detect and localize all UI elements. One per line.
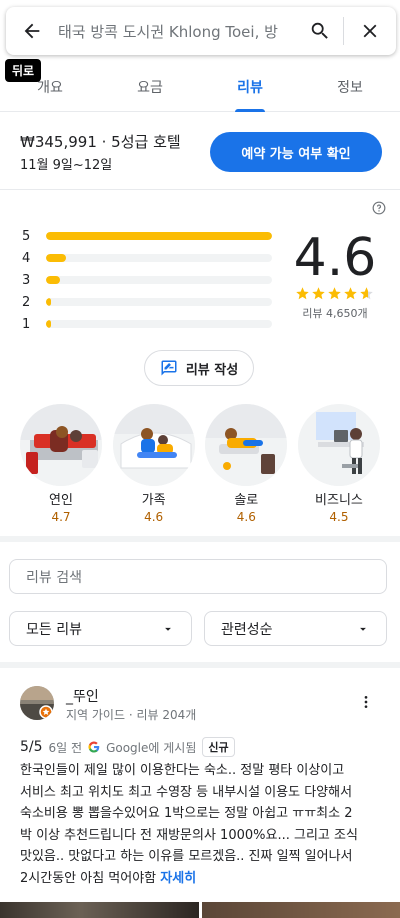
review-photo[interactable] <box>0 902 199 918</box>
review-date: 6일 전 <box>48 740 83 755</box>
star-icon <box>312 287 325 300</box>
rating-summary: 5 4 3 2 1 4.6 리뷰 4,650개 리뷰 작성 연인 4.7 가족 … <box>0 190 400 542</box>
sort-dropdown[interactable]: 관련성순 <box>204 611 387 646</box>
search-button[interactable] <box>297 7 343 55</box>
bar-fill <box>46 254 67 262</box>
tab-bar: 개요 요금 리뷰 정보 <box>0 62 400 112</box>
more-vert-icon <box>364 696 368 708</box>
business-illustration <box>297 404 380 486</box>
bar-fill <box>46 298 51 306</box>
category-solo[interactable]: 솔로 4.6 <box>205 404 288 524</box>
dropdown-arrow-icon <box>360 627 366 631</box>
rating-bar-row: 1 <box>22 313 272 335</box>
bar-star-label: 4 <box>22 250 31 266</box>
date-range[interactable]: 11월 9일~12일 <box>20 154 112 173</box>
all-reviews-dropdown[interactable]: 모든 리뷰 <box>9 611 192 646</box>
write-review-label: 리뷰 작성 <box>185 362 239 378</box>
family-illustration <box>112 404 195 486</box>
solo-illustration <box>205 404 288 486</box>
star-icon <box>360 287 373 300</box>
dropdown-label: 관련성순 <box>221 621 273 638</box>
search-icon <box>311 22 328 39</box>
traveler-categories: 연인 4.7 가족 4.6 솔로 4.6 비즈니스 4.5 <box>20 404 380 524</box>
review-search-input[interactable]: 리뷰 검색 <box>9 559 387 594</box>
bar-track <box>46 276 272 284</box>
category-score: 4.6 <box>144 510 164 524</box>
search-input[interactable]: 태국 방콕 도시권 Khlong Toei, 방 <box>58 21 297 42</box>
review-line: 서비스 최고 위치도 최고 수영장 등 내부시설 이용도 다양해서 <box>20 784 353 800</box>
category-label: 연인 <box>49 493 73 508</box>
bar-fill <box>46 232 272 240</box>
rating-distribution: 5 4 3 2 1 <box>22 225 272 335</box>
google-logo-icon <box>88 741 100 753</box>
help-icon <box>372 201 386 215</box>
help-button[interactable] <box>372 200 386 219</box>
check-availability-button[interactable]: 예약 가능 여부 확인 <box>210 132 382 172</box>
review-line: 맛있음.. 맛없다고 하는 이유를 모르겠음.. 진짜 일찍 일어나서 <box>20 849 353 864</box>
category-score: 4.7 <box>51 510 71 524</box>
category-label: 비즈니스 <box>315 493 363 508</box>
price-text: ₩345,991 · 5성급 호텔 <box>20 133 181 151</box>
category-business[interactable]: 비즈니스 4.5 <box>297 404 380 524</box>
reviewer-meta: 지역 가이드 · 리뷰 204개 <box>66 708 197 722</box>
review-text: 한국인들이 제일 많이 이용한다는 숙소.. 정말 평타 이상이고 서비스 최고… <box>20 760 380 889</box>
arrow-back-icon <box>24 23 40 39</box>
rating-bar-row: 5 <box>22 225 272 247</box>
tab-prices[interactable]: 요금 <box>100 62 200 111</box>
bar-track <box>46 298 272 306</box>
review-photo[interactable] <box>201 902 400 918</box>
category-family[interactable]: 가족 4.6 <box>112 404 195 524</box>
bar-fill <box>46 320 51 328</box>
avatar[interactable] <box>20 686 54 720</box>
bar-track <box>46 232 272 240</box>
category-score: 4.6 <box>236 510 256 524</box>
read-more-link[interactable]: 자세히 <box>160 871 196 886</box>
review-count: 리뷰 4,650개 <box>302 307 368 320</box>
new-badge: 신규 <box>202 737 235 757</box>
back-button[interactable] <box>6 7 58 55</box>
star-icon <box>328 287 341 300</box>
bar-star-label: 5 <box>22 228 31 244</box>
review-source: Google에 게시됨 <box>106 740 197 755</box>
bar-fill <box>46 276 60 284</box>
couples-illustration <box>20 404 102 486</box>
bar-star-label: 1 <box>22 316 31 332</box>
review-photos <box>0 902 400 918</box>
rating-bar-row: 2 <box>22 291 272 313</box>
average-rating: 4.6 <box>293 228 377 288</box>
dropdown-label: 모든 리뷰 <box>26 621 82 638</box>
review-line-last: 2시간동안 아침 먹어야함 자세히 <box>20 870 197 886</box>
rate-review-icon <box>161 360 177 376</box>
write-review-button[interactable]: 리뷰 작성 <box>144 350 254 386</box>
section-divider <box>0 662 400 668</box>
tab-reviews[interactable]: 리뷰 <box>200 62 300 111</box>
offer-section: ₩345,991 · 5성급 호텔 11월 9일~12일 예약 가능 여부 확인 <box>0 112 400 190</box>
review-line: 숙소비용 뽕 뽑을수있어요 1박으로는 정말 아쉽고 ㅠㅠ최소 2 <box>20 806 353 821</box>
review-line: 박 이상 추천드립니다 전 재방문의사 1000%요... 그리고 조식 <box>20 827 358 843</box>
tab-about[interactable]: 정보 <box>300 62 400 111</box>
category-label: 가족 <box>141 493 166 508</box>
star-icon <box>344 287 357 300</box>
search-bar: 태국 방콕 도시권 Khlong Toei, 방 <box>6 7 396 55</box>
rating-bar-row: 3 <box>22 269 272 291</box>
reviewer-name[interactable]: _뚜인 <box>66 686 99 706</box>
bar-star-label: 2 <box>22 294 31 310</box>
bar-track <box>46 254 272 262</box>
bar-star-label: 3 <box>22 272 31 288</box>
star-rating <box>295 286 377 301</box>
rating-bar-row: 4 <box>22 247 272 269</box>
review-score: 5/5 <box>20 739 43 755</box>
review-more-options-button[interactable] <box>358 694 374 714</box>
category-label: 솔로 <box>234 493 259 508</box>
review-meta: 5/5 6일 전 Google에 게시됨 신규 <box>20 737 235 757</box>
bar-track <box>46 320 272 328</box>
category-couples[interactable]: 연인 4.7 <box>20 404 102 524</box>
category-score: 4.5 <box>329 510 349 524</box>
back-tooltip: 뒤로 <box>5 59 42 82</box>
clear-button[interactable] <box>344 7 396 55</box>
star-icon <box>296 287 309 300</box>
close-icon <box>363 24 377 38</box>
dropdown-arrow-icon <box>165 627 171 631</box>
review-line: 한국인들이 제일 많이 이용한다는 숙소.. 정말 평타 이상이고 <box>20 763 345 778</box>
